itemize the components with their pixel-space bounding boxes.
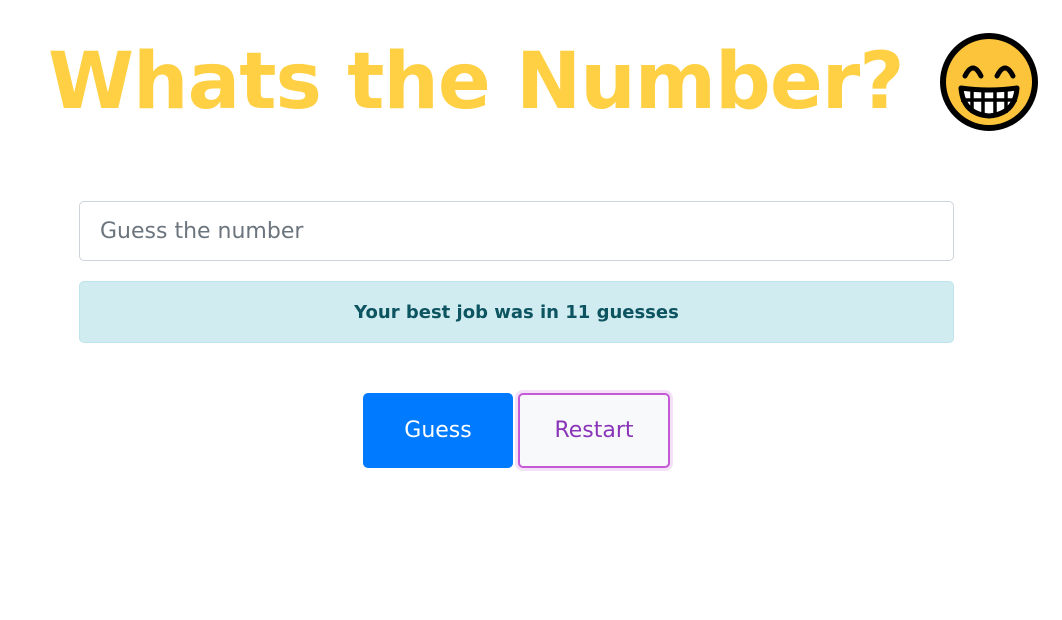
header: Whats the Number? bbox=[48, 22, 1039, 142]
guess-input[interactable] bbox=[79, 201, 954, 261]
best-score-alert: Your best job was in 11 guesses bbox=[79, 281, 954, 343]
restart-button[interactable]: Restart bbox=[518, 393, 670, 468]
page: Whats the Number? Your best job was in 1… bbox=[0, 0, 1062, 620]
page-title: Whats the Number? bbox=[48, 37, 904, 127]
guess-button[interactable]: Guess bbox=[363, 393, 513, 468]
emoji-mouth bbox=[958, 85, 1020, 119]
restart-button-label: Restart bbox=[554, 418, 634, 443]
grinning-face-icon bbox=[940, 33, 1039, 131]
best-score-message: Your best job was in 11 guesses bbox=[354, 301, 679, 323]
guess-button-label: Guess bbox=[404, 418, 472, 443]
